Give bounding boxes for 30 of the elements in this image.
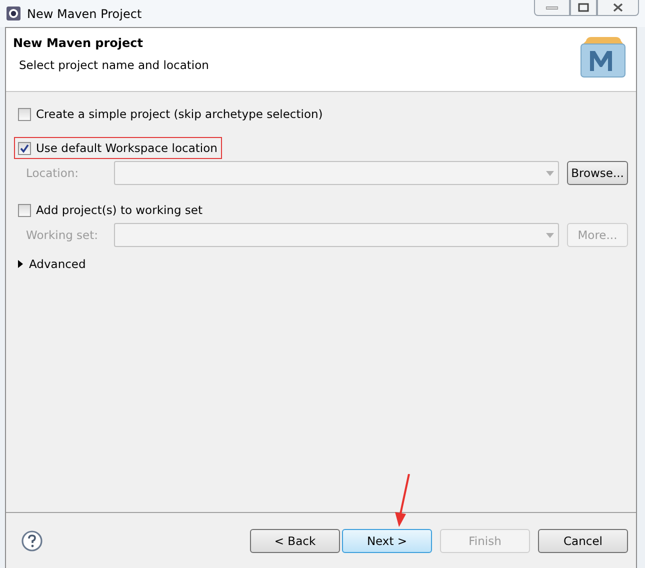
dropdown-caret-icon [546,170,554,176]
maximize-icon [578,3,589,12]
page-subtitle: Select project name and location [19,58,209,72]
wizard-button[interactable]: < Back [250,528,340,552]
maximize-button[interactable] [570,0,597,16]
field-label: Working set: [26,228,98,242]
arrow-annotation [392,474,412,528]
checkbox-label[interactable]: Create a simple project (skip archetype selection) [36,107,323,121]
checkbox[interactable] [18,108,31,120]
wizard-button[interactable]: Cancel [538,528,628,552]
wizard-button[interactable]: Next > [342,528,432,552]
field-label: Location: [26,166,79,180]
checkbox-label[interactable]: Use default Workspace location [36,141,218,155]
advanced-expander[interactable]: Advanced [17,257,86,271]
dropdown-caret-icon [546,232,554,238]
expand-triangle-icon [17,260,23,268]
page-title: New Maven project [13,36,144,50]
checkbox[interactable] [18,204,31,216]
minimize-icon [546,6,558,10]
combo-field[interactable] [114,161,559,185]
combo-field[interactable] [114,223,559,247]
close-icon [613,3,623,12]
checkbox[interactable] [18,142,31,154]
app-icon [6,6,21,21]
close-button[interactable] [597,0,639,16]
help-icon[interactable] [21,530,43,552]
folder-icon [578,35,628,79]
window-title: New Maven Project [27,6,142,20]
checkmark-icon [20,144,29,152]
checkbox-label[interactable]: Add project(s) to working set [36,203,202,217]
